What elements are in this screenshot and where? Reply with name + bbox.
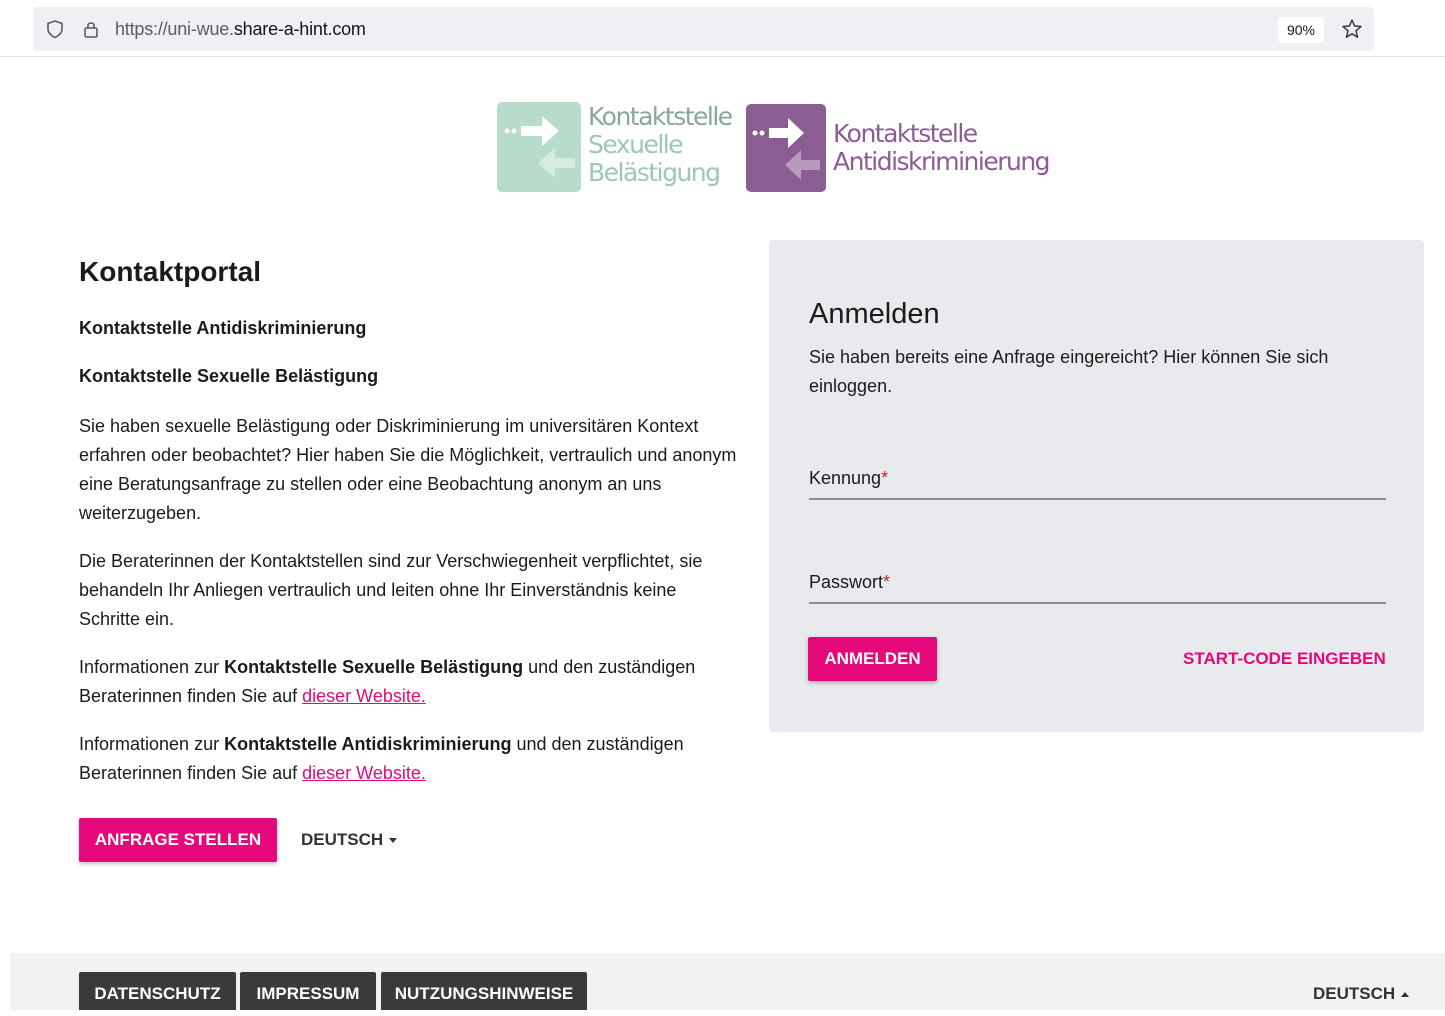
username-field[interactable]: Kennung* bbox=[809, 456, 1386, 500]
subtitle-antidiskriminierung: Kontaktstelle Antidiskriminierung bbox=[79, 318, 367, 338]
intro-section: Kontaktportal Kontaktstelle Antidiskrimi… bbox=[79, 252, 739, 807]
request-button[interactable]: ANFRAGE STELLEN bbox=[79, 818, 277, 862]
intro-paragraph: Sie haben sexuelle Belästigung oder Disk… bbox=[79, 416, 737, 523]
login-description: Sie haben bereits eine Anfrage eingereic… bbox=[809, 347, 1329, 396]
url-prefix: https://uni-wue. bbox=[115, 19, 234, 39]
bookmark-star-icon[interactable] bbox=[1341, 18, 1363, 40]
logo1-line1: Kontaktstelle bbox=[588, 102, 733, 131]
browser-toolbar: https://uni-wue.share-a-hint.com 90% bbox=[0, 0, 1445, 57]
terms-button[interactable]: NUTZUNGSHINWEISE bbox=[381, 972, 587, 1010]
lock-icon[interactable] bbox=[81, 19, 101, 39]
address-bar[interactable]: https://uni-wue.share-a-hint.com 90% bbox=[33, 7, 1374, 51]
shield-icon[interactable] bbox=[45, 19, 65, 39]
url-text[interactable]: https://uni-wue.share-a-hint.com bbox=[115, 19, 366, 40]
info2-prefix: Informationen zur bbox=[79, 734, 225, 754]
password-field[interactable]: Passwort* bbox=[809, 560, 1386, 604]
confidentiality-paragraph: Die Beraterinnen der Kontaktstellen sind… bbox=[79, 551, 703, 629]
info1-prefix: Informationen zur bbox=[79, 657, 225, 677]
info-sexuelle-belaestigung: Informationen zur Kontaktstelle Sexuelle… bbox=[79, 653, 739, 711]
required-mark: * bbox=[883, 572, 891, 592]
logo-sexuelle-belaestigung-icon bbox=[497, 102, 581, 192]
username-label-text: Kennung bbox=[809, 468, 882, 488]
login-title: Anmelden bbox=[809, 298, 940, 330]
language-label: DEUTSCH bbox=[301, 830, 384, 849]
required-mark: * bbox=[881, 468, 889, 488]
logo-antidiskriminierung-icon bbox=[746, 104, 826, 192]
login-card: Anmelden Sie haben bereits eine Anfrage … bbox=[769, 240, 1424, 732]
footer-language-dropdown[interactable]: DEUTSCH bbox=[1313, 972, 1410, 1010]
info2-bold: Kontaktstelle Antidiskriminierung bbox=[224, 734, 512, 754]
language-dropdown[interactable]: DEUTSCH bbox=[301, 818, 398, 862]
caret-up-icon bbox=[1401, 992, 1410, 998]
info-antidiskriminierung: Informationen zur Kontaktstelle Antidisk… bbox=[79, 730, 739, 788]
caret-down-icon bbox=[389, 838, 398, 844]
page-title: Kontaktportal bbox=[79, 256, 261, 287]
logo1-line2: Sexuelle bbox=[588, 130, 684, 159]
privacy-button[interactable]: DATENSCHUTZ bbox=[79, 972, 236, 1010]
website-link-antidiskriminierung[interactable]: dieser Website. bbox=[302, 763, 426, 783]
password-label: Passwort* bbox=[809, 572, 890, 593]
imprint-button[interactable]: IMPRESSUM bbox=[240, 972, 376, 1010]
password-label-text: Passwort bbox=[809, 572, 884, 592]
subtitle-sexuelle-belaestigung: Kontaktstelle Sexuelle Belästigung bbox=[79, 366, 379, 386]
logo2-line2: Antidiskriminierung bbox=[833, 147, 1051, 176]
start-code-button[interactable]: START-CODE EINGEBEN bbox=[1183, 637, 1386, 681]
zoom-indicator[interactable]: 90% bbox=[1278, 17, 1324, 43]
website-link-sexuelle-belaestigung[interactable]: dieser Website. bbox=[302, 686, 426, 706]
login-button[interactable]: ANMELDEN bbox=[808, 637, 937, 681]
logo-antidiskriminierung-text: Kontaktstelle Antidiskriminierung bbox=[833, 119, 1051, 176]
url-domain: share-a-hint.com bbox=[233, 19, 366, 39]
logo-sexuelle-belaestigung-text: Kontaktstelle Sexuelle Belästigung bbox=[588, 102, 733, 187]
logo1-line3: Belästigung bbox=[588, 158, 721, 187]
logo2-line1: Kontaktstelle bbox=[833, 119, 978, 148]
username-label: Kennung* bbox=[809, 468, 888, 489]
footer-language-label: DEUTSCH bbox=[1313, 984, 1396, 1003]
footer: DATENSCHUTZ IMPRESSUM NUTZUNGSHINWEISE D… bbox=[10, 953, 1445, 1010]
info1-bold: Kontaktstelle Sexuelle Belästigung bbox=[224, 657, 524, 677]
